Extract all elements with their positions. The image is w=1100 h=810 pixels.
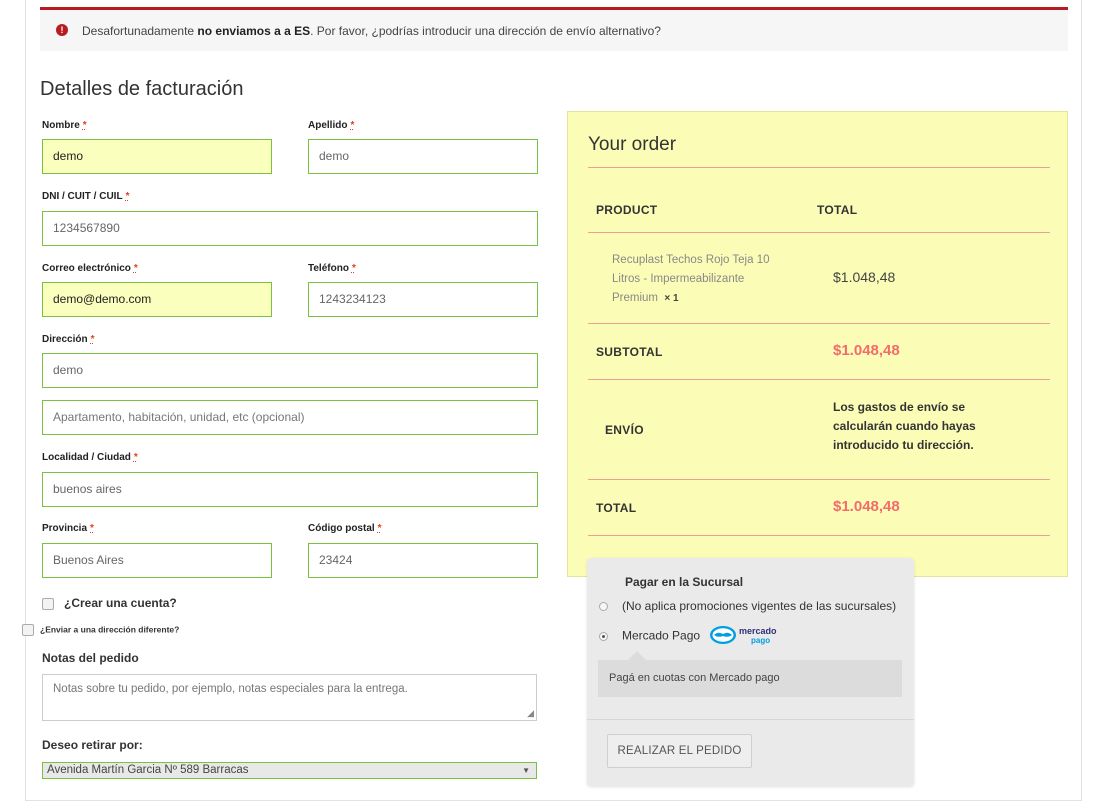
divider: [588, 323, 1050, 324]
create-account-checkbox[interactable]: [42, 597, 54, 610]
divider: [588, 167, 1050, 168]
last-name-label: Apellido *: [308, 120, 355, 131]
dni-label: DNI / CUIT / CUIL *: [42, 191, 130, 202]
shipping-error-notice: ! Desafortunadamente no enviamos a a ES.…: [40, 7, 1068, 51]
create-account-row[interactable]: ¿Crear una cuenta?: [42, 596, 177, 610]
divider: [588, 479, 1050, 480]
first-name-field[interactable]: demo: [42, 139, 272, 174]
city-label: Localidad / Ciudad *: [42, 452, 138, 463]
mercadopago-description: Pagá en cuotas con Mercado pago: [598, 651, 902, 697]
province-label: Provincia *: [42, 523, 94, 534]
payment-option-mercadopago[interactable]: Mercado Pago mercado pago: [599, 624, 781, 649]
province-field[interactable]: Buenos Aires: [42, 543, 272, 578]
svg-text:mercado: mercado: [739, 626, 777, 636]
phone-field[interactable]: 1243234123: [308, 282, 538, 317]
email-field[interactable]: demo@demo.com: [42, 282, 272, 317]
payment-radio-mercadopago[interactable]: [599, 632, 608, 641]
mercado-pago-logo: mercado pago: [709, 624, 781, 649]
resize-grip-icon[interactable]: ◢: [527, 708, 534, 719]
total-value: $1.048,48: [833, 498, 900, 515]
pickup-title: Deseo retirar por:: [42, 738, 143, 752]
order-item-name: Recuplast Techos Rojo Teja 10 Litros - I…: [612, 254, 770, 304]
svg-text:pago: pago: [751, 636, 770, 645]
divider: [588, 535, 1050, 536]
city-field[interactable]: buenos aires: [42, 472, 538, 507]
exclamation-circle-icon: !: [56, 24, 68, 36]
postcode-label: Código postal *: [308, 523, 382, 534]
order-item-price: $1.048,48: [833, 269, 896, 285]
pay-at-branch-title: Pagar en la Sucursal: [625, 575, 744, 589]
col-product-header: PRODUCT: [596, 203, 658, 217]
pickup-location-select[interactable]: Avenida Martín Garcia Nº 589 Barracas ▼: [42, 762, 537, 779]
shipping-label: ENVÍO: [605, 423, 644, 437]
first-name-label: Nombre *: [42, 120, 87, 131]
address2-field[interactable]: Apartamento, habitación, unidad, etc (op…: [42, 400, 538, 435]
ship-different-row[interactable]: ¿Enviar a una dirección diferente?: [22, 624, 179, 636]
divider: [588, 379, 1050, 380]
subtotal-value: $1.048,48: [833, 342, 900, 359]
shipping-note: Los gastos de envío se calcularán cuando…: [833, 400, 976, 452]
payment-option-branch[interactable]: (No aplica promociones vigentes de las s…: [599, 599, 896, 613]
payment-methods: Pagar en la Sucursal (No aplica promocio…: [587, 558, 914, 786]
chevron-down-icon: ▼: [522, 766, 530, 775]
notice-message: Desafortunadamente no enviamos a a ES. P…: [82, 24, 661, 38]
divider: [588, 232, 1050, 233]
subtotal-label: SUBTOTAL: [596, 345, 663, 359]
place-order-button[interactable]: REALIZAR EL PEDIDO: [607, 734, 752, 768]
col-total-header: TOTAL: [817, 203, 858, 217]
phone-label: Teléfono *: [308, 263, 356, 274]
divider: [587, 719, 914, 720]
payment-radio-branch[interactable]: [599, 602, 608, 612]
order-summary: Your order PRODUCT TOTAL Recuplast Techo…: [567, 111, 1068, 577]
billing-title: Detalles de facturación: [40, 78, 244, 100]
order-notes-title: Notas del pedido: [42, 651, 139, 665]
address-label: Dirección *: [42, 334, 95, 345]
postcode-field[interactable]: 23424: [308, 543, 538, 578]
dni-field[interactable]: 1234567890: [42, 211, 538, 246]
order-title: Your order: [588, 134, 677, 155]
total-label: TOTAL: [596, 501, 637, 515]
ship-different-checkbox[interactable]: [22, 624, 34, 636]
last-name-field[interactable]: demo: [308, 139, 538, 174]
order-notes-textarea[interactable]: Notas sobre tu pedido, por ejemplo, nota…: [42, 674, 537, 721]
address-field[interactable]: demo: [42, 353, 538, 388]
email-label: Correo electrónico *: [42, 263, 138, 274]
order-item-qty: × 1: [664, 293, 679, 304]
